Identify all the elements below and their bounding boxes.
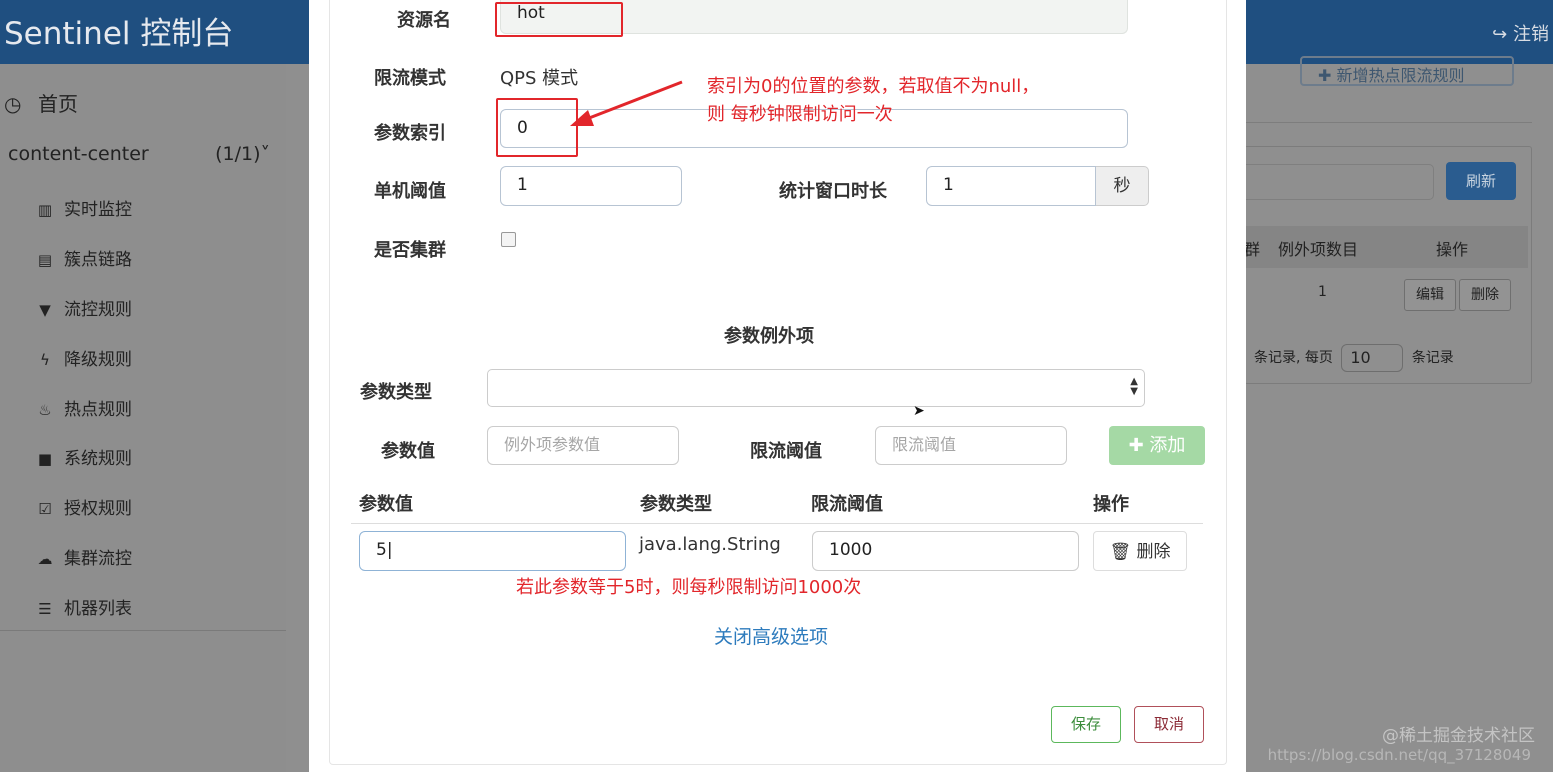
divider (1246, 122, 1532, 123)
window-unit: 秒 (1096, 166, 1149, 206)
sidebar-item-machine-list[interactable]: ☰ 机器列表 (34, 594, 132, 619)
threshold-label: 单机阈值 (374, 181, 446, 202)
col-param-type: 参数类型 (640, 494, 712, 515)
filter-icon: ▼ (39, 301, 51, 319)
sidebar-item-realtime-monitor[interactable]: ▥ 实时监控 (34, 195, 132, 220)
check-square-icon: ☑ (38, 500, 52, 518)
sidebar-item-cluster-link[interactable]: ▤ 簇点链路 (34, 245, 132, 270)
row-limit-input[interactable]: 1000 (812, 531, 1079, 571)
background-rule-panel: ✚ 新增热点限流规则 刷新 群 例外项数目 操作 1 编辑 删除 条记录, 每页… (1236, 56, 1553, 772)
sidebar-divider (0, 630, 286, 631)
mode-label: 限流模式 (374, 68, 446, 89)
dashboard-icon: ◷ (4, 92, 22, 116)
sidebar-item-flow-rules[interactable]: ▼ 流控规则 (34, 295, 132, 320)
exception-value-input[interactable]: 例外项参数值 (487, 426, 679, 465)
list-icon: ▤ (37, 251, 53, 269)
param-type-select[interactable]: ▲ ▼ (487, 369, 1145, 407)
lock-icon: ■ (37, 450, 53, 468)
col-action: 操作 (1093, 494, 1129, 515)
annotation-box-resource (495, 2, 623, 37)
add-exception-button[interactable]: ✚ 添加 (1109, 426, 1205, 465)
delete-rule-button[interactable]: 删除 (1459, 279, 1511, 311)
annotation-index-note: 索引为0的位置的参数，若取值不为null， 则 每秒钟限制访问一次 (707, 76, 1040, 125)
select-caret-icon: ▲ ▼ (1130, 376, 1138, 397)
pagination: 条记录, 每页 10 条记录 (1254, 344, 1454, 372)
hot-rule-dialog: 资源名 hot 限流模式 QPS 模式 参数索引 0 单机阈值 1 统计窗口时长… (309, 0, 1246, 772)
sidebar-item-home[interactable]: ◷ 首页 (4, 88, 78, 117)
param-type-label: 参数类型 (360, 382, 432, 403)
search-input[interactable] (1236, 164, 1434, 200)
logout-link[interactable]: ↪ 注销 (1492, 20, 1549, 46)
threshold-input[interactable]: 1 (500, 166, 682, 206)
page-size-input[interactable]: 10 (1341, 344, 1404, 372)
annotation-exception-note: 若此参数等于5时，则每秒限制访问1000次 (516, 577, 862, 598)
cluster-checkbox[interactable] (501, 232, 516, 247)
exception-limit-input[interactable]: 限流阈值 (875, 426, 1067, 465)
plus-icon: ✚ (1318, 66, 1332, 85)
param-value-label: 参数值 (381, 441, 435, 462)
bolt-icon: ϟ (40, 351, 50, 369)
limit-label: 限流阈值 (750, 441, 822, 462)
bar-chart-icon: ▥ (37, 201, 53, 219)
plus-icon: ✚ (1128, 435, 1144, 456)
close-advanced-link[interactable]: 关闭高级选项 (714, 622, 828, 649)
save-button[interactable]: 保存 (1051, 706, 1121, 743)
col-limit: 限流阈值 (811, 494, 883, 515)
sidebar-item-hot-rules[interactable]: ♨ 热点规则 (34, 395, 132, 420)
row-value-input[interactable]: 5| (359, 531, 626, 571)
cancel-button[interactable]: 取消 (1134, 706, 1204, 743)
watermark-url: https://blog.csdn.net/qq_37128049 (1267, 746, 1531, 764)
sidebar-item-degrade-rules[interactable]: ϟ 降级规则 (34, 345, 132, 370)
sidebar-item-system-rules[interactable]: ■ 系统规则 (34, 444, 132, 469)
cluster-label: 是否集群 (374, 240, 446, 261)
sidebar-app-content-center[interactable]: content-center (1/1)˅ (8, 143, 270, 165)
cloud-icon: ☁ (37, 550, 53, 568)
window-label: 统计窗口时长 (779, 181, 887, 202)
list-ul-icon: ☰ (38, 600, 52, 618)
window-input[interactable]: 1 (926, 166, 1096, 206)
resource-label: 资源名 (397, 10, 451, 31)
edit-button[interactable]: 编辑 (1404, 279, 1456, 311)
exception-count-cell: 1 (1318, 284, 1327, 300)
col-param-value: 参数值 (359, 494, 413, 515)
exceptions-title: 参数例外项 (724, 326, 814, 347)
watermark-site: @稀土掘金技术社区 (1382, 726, 1535, 746)
refresh-button[interactable]: 刷新 (1446, 162, 1516, 200)
sidebar-item-cluster-flow[interactable]: ☁ 集群流控 (34, 544, 133, 569)
app-title: Sentinel 控制台 (4, 16, 234, 52)
delete-exception-button[interactable]: 🗑 删除 (1093, 531, 1187, 571)
sidebar-item-auth-rules[interactable]: ☑ 授权规则 (34, 494, 132, 519)
table-header: 群 例外项数目 操作 (1244, 226, 1528, 268)
sign-out-icon: ↪ (1492, 24, 1508, 45)
fire-icon: ♨ (38, 401, 52, 419)
trash-icon: 🗑 (1109, 542, 1132, 562)
row-type: java.lang.String (639, 534, 781, 555)
annotation-arrow (570, 80, 683, 126)
param-index-label: 参数索引 (374, 123, 446, 144)
table-divider (351, 523, 1203, 524)
chevron-down-icon: ˅ (260, 143, 271, 165)
add-hot-rule-button[interactable]: ✚ 新增热点限流规则 (1300, 56, 1514, 86)
mouse-cursor-icon: ➤ (913, 403, 925, 419)
